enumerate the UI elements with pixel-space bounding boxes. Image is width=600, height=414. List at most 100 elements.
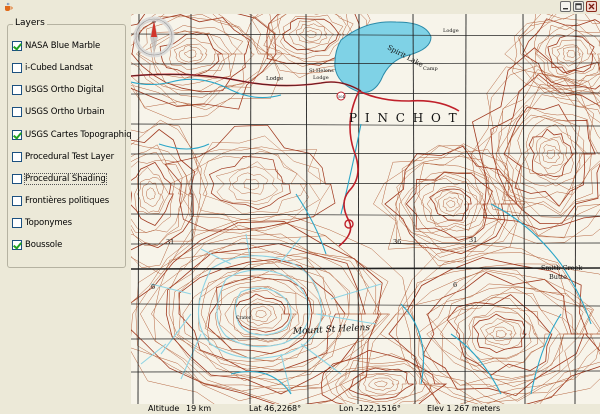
contour-line [490,74,600,225]
close-icon[interactable] [586,1,597,12]
grid-line [131,370,600,373]
layer-toggle[interactable]: Boussole [12,238,62,252]
contour-line [273,14,347,60]
contour-line [255,310,267,318]
contour-line [484,321,517,346]
contour-line [202,151,307,215]
label-butte: Butte [549,273,567,281]
label-section-6-east: 6 [453,281,457,289]
layer-toggle[interactable]: i-Cubed Landsat [12,61,93,75]
label-st-helens-lodge: St Helens [309,68,334,74]
contour-line [243,178,260,191]
layer-label: USGS Ortho Urbain [25,107,105,117]
contour-line [495,329,508,339]
contour-line [146,187,156,200]
contour-line [295,23,328,44]
contour-line [172,257,350,371]
contour-line [184,49,197,59]
layer-toggle[interactable]: Toponymes [12,216,72,230]
longitude-readout: Lon -122,1516° [339,404,401,413]
label-section-31-east: 31 [469,236,477,244]
label-pinchot: P I N C H O T [349,111,459,125]
layer-checkbox[interactable] [12,130,22,140]
layer-toggle[interactable]: Procedural Test Layer [12,150,114,164]
layer-label: NASA Blue Marble [25,41,101,51]
layers-panel: Layers NASA Blue Marble i-Cubed Landsat US… [0,14,146,414]
layer-label: Boussole [25,240,63,250]
contour-line [473,313,527,354]
layer-checkbox[interactable] [12,240,22,250]
contour-line [434,190,470,217]
contour-line [446,200,456,209]
layer-toggle[interactable]: NASA Blue Marble [12,39,100,53]
layer-label: Frontières politiques [25,196,110,206]
grid-line [131,337,600,340]
label-section-31-west: 31 [166,238,174,246]
layer-checkbox[interactable] [12,63,22,73]
layer-label: i-Cubed Landsat [25,63,93,73]
layer-label: USGS Ortho Digital [25,85,104,95]
topo-map-canvas[interactable]: Spirit Lake P I N C H O T Mount St Helen… [131,14,600,404]
contour-line [562,46,582,63]
layer-label: USGS Cartes Topographiques [25,130,147,140]
contour-line [141,180,161,207]
maximize-icon[interactable] [573,1,584,12]
contour-line [394,156,506,249]
contour-line [131,144,187,246]
layer-checkbox[interactable] [12,107,22,117]
layer-toggle[interactable]: USGS Ortho Urbain [12,105,105,119]
grid-line [131,267,600,270]
label-crater: Crater [236,315,252,321]
status-bar: Altitude 19 km Lat 46,2268° Lon -122,151… [131,404,600,414]
compass-icon[interactable] [131,14,177,60]
minimize-icon[interactable] [560,1,571,12]
contour-line [420,177,484,228]
layer-label: Procedural Test Layer [25,152,114,162]
layer-checkbox[interactable] [12,152,22,162]
contour-line [374,380,388,388]
contour-line [470,65,600,244]
contour-line [547,35,595,75]
label-section-6-west: 6 [151,283,155,291]
layer-checkbox[interactable] [12,41,22,51]
grid-line [131,303,600,307]
layers-group: Layers NASA Blue Marble i-Cubed Landsat US… [7,18,146,268]
contour-line [426,286,574,388]
label-section-36: 36 [393,238,401,246]
label-smith-creek: Smith Creek [541,264,582,272]
layer-toggle[interactable]: USGS Cartes Topographiques [12,128,146,142]
layer-label: Toponymes [25,218,72,228]
topographic-map-view[interactable]: Spirit Lake P I N C H O T Mount St Helen… [131,14,600,404]
grid-line [131,242,600,245]
contour-line [504,14,600,97]
label-camp: Camp [423,66,438,72]
layer-toggle[interactable]: USGS Ortho Digital [12,83,104,97]
layer-label: Procedural Shading [24,173,107,185]
grid-line [412,14,416,404]
contour-line [134,166,170,215]
contour-line [481,66,600,238]
contour-line [541,144,561,164]
contour-line [538,139,565,169]
layer-checkbox[interactable] [12,85,22,95]
label-lodge-east: Lodge [443,28,459,34]
altitude-label: Altitude [148,404,180,413]
latitude-readout: Lat 46,2268° [249,404,302,413]
contour-line [235,293,291,333]
layer-toggle[interactable]: Frontières politiques [12,194,109,208]
label-lodge-west: Lodge [266,76,283,82]
contour-line [368,377,395,391]
grid-line [131,182,600,185]
contour-line [305,30,317,38]
altitude-value: 19 km [186,404,212,413]
layer-checkbox[interactable] [12,196,22,206]
layer-checkbox[interactable] [12,174,22,184]
contour-line [384,145,518,255]
contour-line [250,305,272,323]
elevation-readout: Elev 1 267 meters [427,404,501,413]
grid-line [131,152,600,155]
layer-toggle[interactable]: Procedural Shading [12,172,107,186]
layer-checkbox[interactable] [12,218,22,228]
grid-line [137,14,140,404]
layers-title: Layers [13,18,47,28]
